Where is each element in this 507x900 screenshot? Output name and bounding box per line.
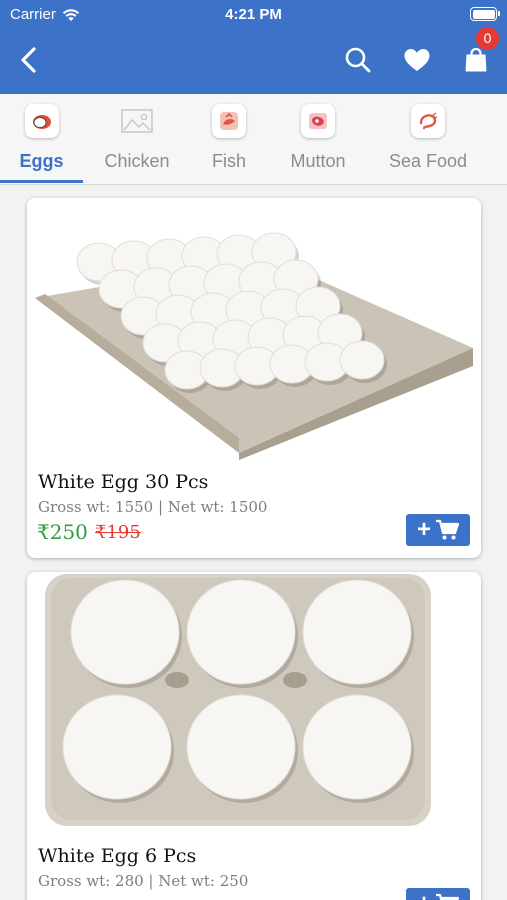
cart-icon: [436, 519, 459, 540]
meat-icon: [301, 104, 335, 138]
status-bar: Carrier 4:21 PM: [0, 0, 507, 28]
plus-icon: +: [416, 516, 431, 543]
tab-eggs[interactable]: Eggs: [0, 94, 83, 184]
product-mrp: ₹195: [95, 522, 141, 543]
search-button[interactable]: [343, 45, 373, 75]
fish-icon: [212, 104, 246, 138]
product-image: [27, 198, 481, 460]
shrimp-icon: [411, 104, 445, 138]
product-weight: Gross wt: 280 | Net wt: 250: [38, 872, 249, 890]
tab-label: Mutton: [290, 151, 346, 171]
product-image: [27, 572, 481, 834]
active-tab-indicator: [0, 180, 83, 183]
back-button[interactable]: [16, 46, 42, 74]
product-price: ₹250: [37, 520, 88, 544]
product-card[interactable]: White Egg 6 Pcs Gross wt: 280 | Net wt: …: [27, 572, 481, 900]
battery-icon: [470, 7, 500, 21]
cart-icon: [436, 893, 459, 900]
add-to-cart-button[interactable]: +: [406, 888, 470, 900]
tab-label: Fish: [211, 151, 246, 171]
product-weight: Gross wt: 1550 | Net wt: 1500: [38, 498, 268, 516]
tab-label: Eggs: [19, 151, 64, 171]
tab-fish[interactable]: Fish: [200, 94, 258, 184]
tab-label: Chicken: [104, 151, 170, 171]
add-to-cart-button[interactable]: +: [406, 514, 470, 546]
app-header: Carrier 4:21 PM 0: [0, 0, 507, 94]
plus-icon: +: [417, 892, 431, 900]
wishlist-button[interactable]: [402, 45, 432, 75]
tab-label: Sea Food: [388, 151, 468, 171]
image-placeholder-icon: [120, 104, 154, 138]
tab-sea-food[interactable]: Sea Food: [384, 94, 472, 184]
product-name: White Egg 6 Pcs: [38, 845, 197, 867]
product-name: White Egg 30 Pcs: [38, 471, 209, 493]
category-tabs: Eggs Chicken Fish Mutton Sea Food: [0, 94, 507, 185]
status-time: 4:21 PM: [225, 6, 282, 23]
tab-chicken[interactable]: Chicken: [96, 94, 178, 184]
egg-icon: [24, 104, 59, 138]
cart-count-badge: 0: [476, 27, 499, 50]
tab-mutton[interactable]: Mutton: [280, 94, 356, 184]
product-card[interactable]: White Egg 30 Pcs Gross wt: 1550 | Net wt…: [27, 198, 481, 558]
